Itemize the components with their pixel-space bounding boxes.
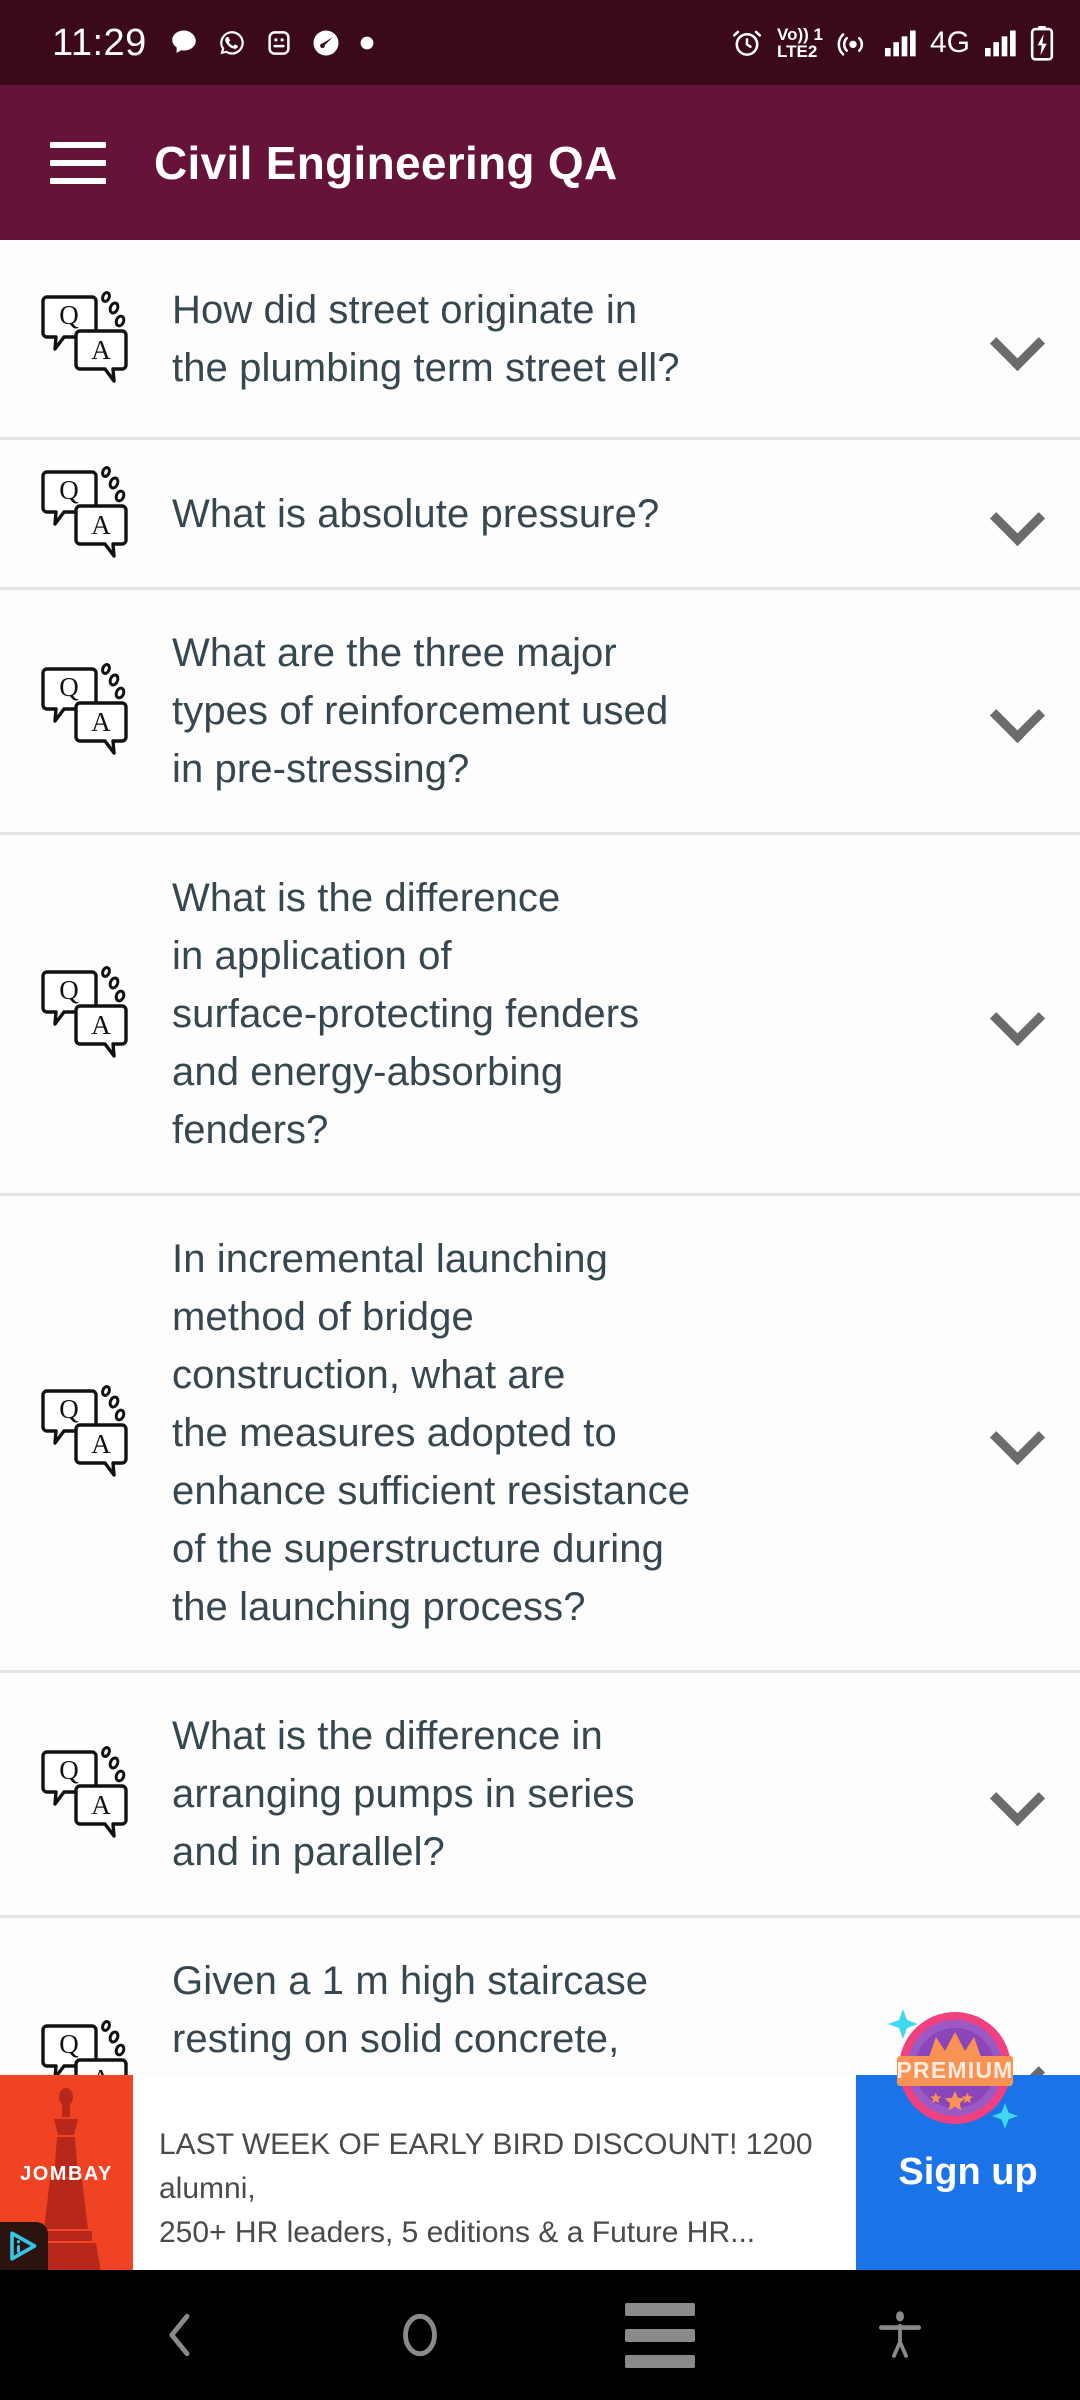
- menu-lines-icon: [625, 2302, 695, 2368]
- premium-sparkle-bottom: [992, 2103, 1018, 2129]
- whatsapp-icon: [219, 30, 244, 55]
- svg-text:Q: Q: [59, 2029, 79, 2059]
- svg-text:A: A: [91, 510, 111, 540]
- ad-body-text: LAST WEEK OF EARLY BIRD DISCOUNT! 1200 a…: [159, 2128, 813, 2249]
- qa-list-item[interactable]: Q A What is the difference in arranging …: [0, 1673, 1080, 1918]
- hamburger-menu-icon[interactable]: [50, 141, 106, 184]
- qa-list-item[interactable]: Q A How did street originate in the plum…: [0, 240, 1080, 440]
- signal-bars-sim1-icon: [884, 30, 916, 56]
- volte-lte2-icon: Vo)) 1 LTE2: [777, 26, 823, 60]
- svg-text:Q: Q: [59, 975, 79, 1005]
- home-button[interactable]: [360, 2270, 480, 2400]
- adchoices-icon[interactable]: [0, 2222, 48, 2270]
- circle-icon: [403, 2313, 437, 2357]
- recents-button[interactable]: [600, 2270, 720, 2400]
- qa-speech-bubbles-icon: Q A: [41, 465, 128, 558]
- qa-item-icon: Q A: [0, 462, 172, 566]
- hamburger-line: [50, 141, 106, 148]
- qa-speech-bubbles-icon: Q A: [41, 663, 128, 755]
- svg-text:Q: Q: [59, 672, 79, 702]
- qa-question-text: How did street originate in the plumbing…: [172, 287, 680, 390]
- back-button[interactable]: [120, 2270, 240, 2400]
- android-navigation-bar: [0, 2270, 1080, 2400]
- qa-list-item[interactable]: Q A What is absolute pressure?: [0, 440, 1080, 590]
- accessibility-button[interactable]: [840, 2270, 960, 2400]
- person-icon: [879, 2311, 921, 2358]
- qa-speech-bubbles-icon: Q A: [41, 1385, 128, 1477]
- svg-text:A: A: [91, 707, 111, 737]
- menu-line: [625, 2302, 695, 2316]
- signal-bars-sim2-icon: [985, 30, 1016, 56]
- menu-line: [625, 2328, 695, 2342]
- qa-speech-bubbles-icon: Q A: [41, 290, 128, 383]
- status-bar-left: 11:29: [52, 24, 375, 62]
- volte-label-bottom: LTE2: [777, 41, 818, 61]
- qa-question-text: In incremental launching method of bridg…: [172, 1237, 691, 1629]
- chevron-down-icon: [994, 318, 1036, 360]
- svg-text:A: A: [91, 1010, 111, 1040]
- dot-icon: [360, 36, 374, 49]
- mobile-data-4g-icon: 4G: [929, 25, 970, 59]
- adchoices-glyph: [10, 2231, 37, 2261]
- svg-text:A: A: [91, 1429, 111, 1459]
- qa-item-icon: Q A: [0, 1742, 172, 1846]
- hotspot-icon: [837, 32, 864, 56]
- hamburger-line: [50, 177, 106, 184]
- qa-speech-bubbles-icon: Q A: [41, 966, 128, 1058]
- qa-expand-button[interactable]: [950, 690, 1080, 732]
- qa-question-text: What is the difference in application of…: [172, 876, 640, 1152]
- premium-badge-icon: PREMIUM: [888, 2009, 1018, 2129]
- battery-charging-icon: [1030, 25, 1054, 61]
- premium-badge[interactable]: PREMIUM: [886, 1999, 1024, 2137]
- qa-question-list: Q A How did street originate in the plum…: [0, 240, 1080, 2221]
- qa-expand-button[interactable]: [950, 993, 1080, 1035]
- hamburger-line: [50, 159, 106, 166]
- chevron-down-icon: [994, 1773, 1036, 1815]
- svg-text:Q: Q: [59, 300, 79, 330]
- svg-text:A: A: [91, 1790, 111, 1820]
- qa-expand-button[interactable]: [950, 318, 1080, 360]
- ad-advertiser-logo[interactable]: JOMBAY: [0, 2075, 133, 2270]
- qa-question-text: What are the three major types of reinfo…: [172, 631, 669, 791]
- status-notification-icons: [169, 28, 375, 58]
- status-bar: 11:29 Vo)) 1 LTE2 4G: [0, 0, 1080, 85]
- volte-label-top: Vo)) 1: [777, 24, 823, 44]
- page-title: Civil Engineering QA: [154, 136, 618, 189]
- svg-text:Q: Q: [59, 475, 79, 505]
- qa-item-icon: Q A: [0, 659, 172, 763]
- premium-badge-label: PREMIUM: [896, 2057, 1013, 2083]
- chevron-down-icon: [994, 493, 1036, 535]
- qa-item-icon: Q A: [0, 287, 172, 391]
- chevron-down-icon: [994, 1412, 1036, 1454]
- qa-question-text: What is the difference in arranging pump…: [172, 1714, 635, 1874]
- app-notification-icon: [268, 30, 290, 55]
- qa-list-item[interactable]: Q A What is the difference in applicatio…: [0, 835, 1080, 1196]
- svg-text:A: A: [91, 335, 111, 365]
- svg-text:Q: Q: [59, 1755, 79, 1785]
- qa-expand-button[interactable]: [950, 1412, 1080, 1454]
- alarm-icon: [732, 30, 762, 56]
- qa-expand-button[interactable]: [950, 1773, 1080, 1815]
- menu-line: [625, 2354, 695, 2368]
- qa-list-item[interactable]: Q A In incremental launching method of b…: [0, 1196, 1080, 1673]
- qa-question-text: What is absolute pressure?: [172, 491, 660, 536]
- qa-item-icon: Q A: [0, 1381, 172, 1485]
- qa-expand-button[interactable]: [950, 493, 1080, 535]
- chevron-left-icon: [169, 2313, 190, 2357]
- qa-speech-bubbles-icon: Q A: [41, 1746, 128, 1838]
- app-bar: Civil Engineering QA: [0, 85, 1080, 240]
- status-bar-right: Vo)) 1 LTE2 4G: [730, 25, 1054, 61]
- chevron-down-icon: [994, 993, 1036, 1035]
- status-time: 11:29: [52, 21, 147, 64]
- message-bubble-icon: [172, 30, 196, 53]
- chevron-down-icon: [994, 690, 1036, 732]
- qa-item-icon: Q A: [0, 962, 172, 1066]
- ad-advertiser-name: JOMBAY: [20, 2163, 113, 2185]
- qa-list-item[interactable]: Q A What are the three major types of re…: [0, 590, 1080, 835]
- clock-gauge-icon: [313, 30, 339, 55]
- svg-text:Q: Q: [59, 1394, 79, 1424]
